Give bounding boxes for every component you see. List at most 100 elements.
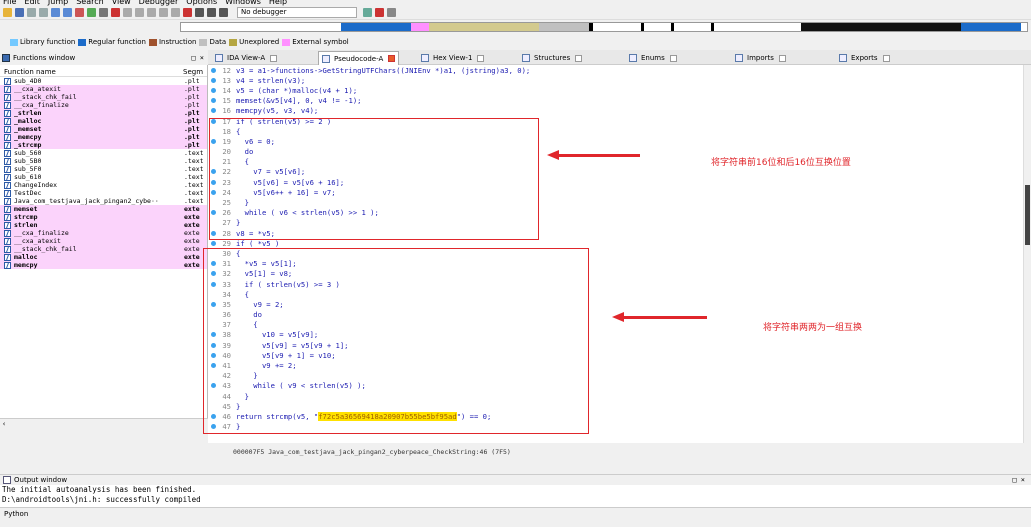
tab-close-icon[interactable] — [575, 54, 583, 62]
function-row[interactable]: sub_610 .text — [0, 173, 207, 181]
comment-icon[interactable] — [159, 8, 168, 17]
data-icon[interactable] — [111, 8, 120, 17]
code-line[interactable]: 19 v6 = 0; — [208, 136, 1023, 146]
breakpoint-dot[interactable] — [208, 271, 218, 277]
code-line[interactable]: 23 v5[v6] = v5[v6 + 16]; — [208, 177, 1023, 187]
code-line[interactable]: 15 memset(&v5[v4], 0, v4 != -1); — [208, 96, 1023, 106]
col-segment[interactable]: Segm — [183, 68, 203, 76]
navigate-icon[interactable] — [51, 8, 60, 17]
function-row[interactable]: malloc exte — [0, 253, 207, 261]
code-line[interactable]: 39 v5[v9] = v5[v9 + 1]; — [208, 340, 1023, 350]
pseudocode-view[interactable]: 12 v3 = a1->functions->GetStringUTFChars(… — [208, 65, 1023, 443]
tab-exports[interactable]: Exports — [836, 51, 893, 65]
code-line[interactable]: 47} — [208, 422, 1023, 432]
tab-close-icon[interactable] — [270, 54, 278, 62]
code-line[interactable]: 43 while ( v9 < strlen(v5) ); — [208, 381, 1023, 391]
breakpoint-dot[interactable] — [208, 261, 218, 267]
code-line[interactable]: 25 } — [208, 197, 1023, 207]
breakpoint-dot[interactable] — [208, 98, 218, 104]
play-icon[interactable] — [195, 8, 204, 17]
window-controls[interactable]: □ × — [191, 54, 204, 62]
code-line[interactable]: 38 v10 = v5[v9]; — [208, 330, 1023, 340]
code-line[interactable]: 16 memcpy(v5, v3, v4); — [208, 106, 1023, 116]
python-bar[interactable]: Python — [0, 507, 1031, 519]
function-row[interactable]: _memset .plt — [0, 125, 207, 133]
function-row[interactable]: sub_4D0 .plt — [0, 77, 207, 85]
breakpoint-dot[interactable] — [208, 383, 218, 389]
function-row[interactable]: sub_560 .text — [0, 149, 207, 157]
tab-enums[interactable]: Enums — [626, 51, 680, 65]
breakpoint-dot[interactable] — [208, 210, 218, 216]
function-row[interactable]: ChangeIndex .text — [0, 181, 207, 189]
function-row[interactable]: sub_5B0 .text — [0, 157, 207, 165]
code-line[interactable]: 26 while ( v6 < strlen(v5) >> 1 ); — [208, 208, 1023, 218]
settings-icon[interactable] — [387, 8, 396, 17]
functions-hscrollbar[interactable]: ‹ — [0, 418, 208, 428]
tab-close-icon[interactable] — [778, 54, 786, 62]
code-line[interactable]: 44 } — [208, 391, 1023, 401]
breakpoint-dot[interactable] — [208, 332, 218, 338]
function-row[interactable]: __stack_chk_fail exte — [0, 245, 207, 253]
tab-hex-view-1[interactable]: Hex View-1 — [418, 51, 487, 65]
function-row[interactable]: _memcpy .plt — [0, 133, 207, 141]
breakpoint-dot[interactable] — [208, 363, 218, 369]
breakpoint-dot[interactable] — [208, 67, 218, 73]
breakpoint-dot[interactable] — [208, 87, 218, 93]
search-icon[interactable] — [63, 8, 72, 17]
debugger-select[interactable]: No debugger — [237, 7, 357, 18]
function-row[interactable]: __cxa_atexit exte — [0, 237, 207, 245]
tab-close-icon[interactable] — [669, 54, 677, 62]
code-line[interactable]: 31 *v5 = v5[1]; — [208, 259, 1023, 269]
code-line[interactable]: 32 v5[1] = v8; — [208, 269, 1023, 279]
back-icon[interactable] — [27, 8, 36, 17]
name-icon[interactable] — [147, 8, 156, 17]
breakpoint-dot[interactable] — [208, 240, 218, 246]
tab-close-icon[interactable] — [477, 54, 485, 62]
function-row[interactable]: memset exte — [0, 205, 207, 213]
stop-icon[interactable] — [219, 8, 228, 17]
code-line[interactable]: 22 v7 = v5[v6]; — [208, 167, 1023, 177]
tab-ida-view-a[interactable]: IDA View-A — [212, 51, 280, 65]
code-line[interactable]: 35 v9 = 2; — [208, 299, 1023, 309]
breakpoint-dot[interactable] — [208, 342, 218, 348]
function-row[interactable]: Java_com_testjava_jack_pingan2_cybe·· .te… — [0, 197, 207, 205]
function-row[interactable]: memcpy exte — [0, 261, 207, 269]
function-row[interactable]: strcmp exte — [0, 213, 207, 221]
breakpoint-dot[interactable] — [208, 413, 218, 419]
code-line[interactable]: 46 return strcmp(v5, " f72c5a36569418a2090… — [208, 411, 1023, 421]
breakpoint-dot[interactable] — [208, 169, 218, 175]
breakpoint-dot[interactable] — [208, 301, 218, 307]
code-line[interactable]: 17 if ( strlen(v5) >= 2 ) — [208, 116, 1023, 126]
function-row[interactable]: __stack_chk_fail .plt — [0, 93, 207, 101]
breakpoint-dot[interactable] — [208, 230, 218, 236]
function-row[interactable]: TestDec .text — [0, 189, 207, 197]
code-line[interactable]: 21 { — [208, 157, 1023, 167]
breakpoint-dot[interactable] — [208, 424, 218, 430]
tab-close-icon[interactable] — [388, 55, 396, 62]
code-line[interactable]: 12 v3 = a1->functions->GetStringUTFChars(… — [208, 65, 1023, 75]
col-function-name[interactable]: Function name — [4, 68, 183, 76]
undefine-icon[interactable] — [135, 8, 144, 17]
code-vscrollbar[interactable] — [1023, 65, 1031, 443]
breakpoint-dot[interactable] — [208, 108, 218, 114]
breakpoint-dot[interactable] — [208, 138, 218, 144]
output-window-controls[interactable]: □ × — [1012, 476, 1025, 484]
code-icon[interactable] — [99, 8, 108, 17]
close-icon[interactable] — [183, 8, 192, 17]
debugger-icon[interactable] — [363, 8, 372, 17]
function-row[interactable]: strlen exte — [0, 221, 207, 229]
function-row[interactable]: __cxa_atexit .plt — [0, 85, 207, 93]
graph-icon[interactable] — [87, 8, 96, 17]
breakpoint-dot[interactable] — [208, 179, 218, 185]
code-line[interactable]: 27} — [208, 218, 1023, 228]
code-line[interactable]: 13 v4 = strlen(v3); — [208, 75, 1023, 85]
save-icon[interactable] — [15, 8, 24, 17]
breakpoint-icon[interactable] — [375, 8, 384, 17]
code-line[interactable]: 33 if ( strlen(v5) >= 3 ) — [208, 279, 1023, 289]
scroll-thumb[interactable] — [1025, 185, 1030, 245]
function-row[interactable]: __cxa_finalize .plt — [0, 101, 207, 109]
code-line[interactable]: 34 { — [208, 289, 1023, 299]
array-icon[interactable] — [123, 8, 132, 17]
pause-icon[interactable] — [207, 8, 216, 17]
breakpoint-dot[interactable] — [208, 189, 218, 195]
